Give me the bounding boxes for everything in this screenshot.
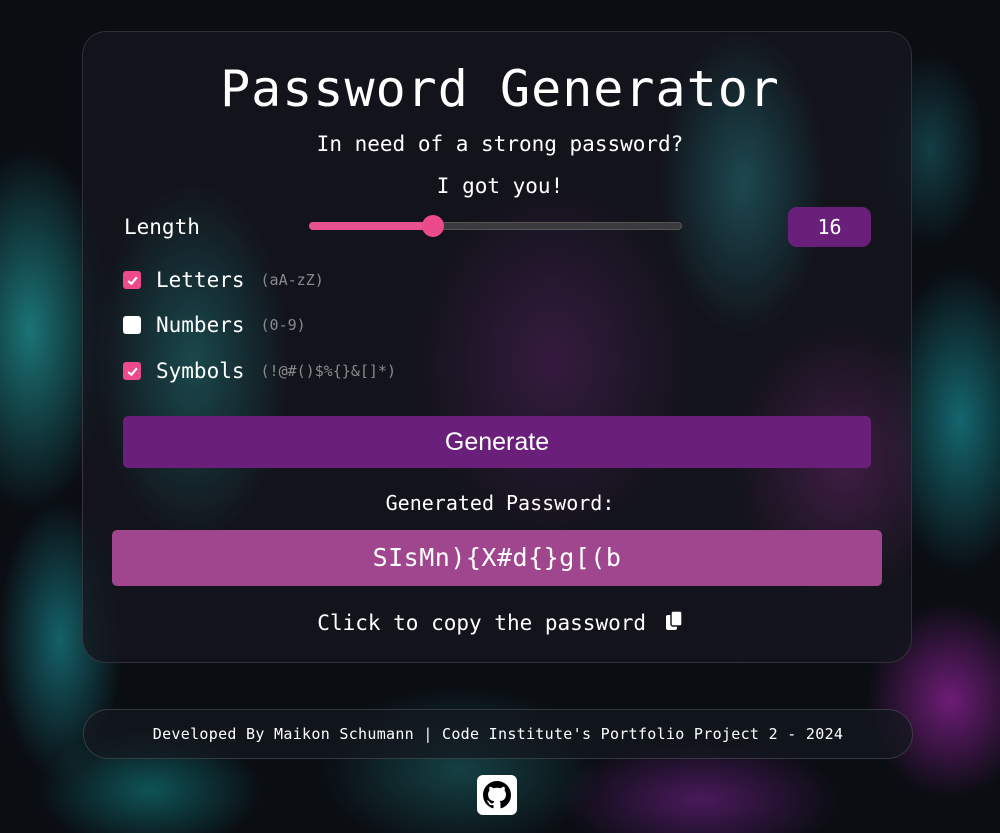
page-title: Password Generator	[220, 60, 780, 118]
length-value: 16	[788, 207, 871, 247]
generate-button[interactable]: Generate	[123, 416, 871, 468]
github-icon	[483, 781, 511, 809]
check-icon	[126, 367, 138, 376]
symbols-checkbox[interactable]	[123, 362, 141, 380]
slider-fill	[309, 222, 433, 230]
footer-text: Developed By Maikon Schumann | Code Inst…	[152, 725, 844, 743]
github-link[interactable]	[477, 775, 517, 815]
symbols-hint: (!@#()$%{}&[]*)	[260, 362, 396, 380]
check-icon	[126, 276, 138, 285]
numbers-label: Numbers	[156, 313, 245, 337]
generated-password-label: Generated Password:	[385, 491, 615, 515]
numbers-checkbox[interactable]	[123, 316, 141, 334]
numbers-hint: (0-9)	[260, 316, 306, 334]
letters-label: Letters	[156, 268, 245, 292]
copy-password-button[interactable]: Click to copy the password	[0, 608, 1000, 638]
symbols-label: Symbols	[156, 359, 245, 383]
slider-thumb[interactable]	[422, 215, 444, 237]
letters-hint: (aA-zZ)	[260, 271, 324, 289]
footer: Developed By Maikon Schumann | Code Inst…	[83, 709, 913, 759]
option-letters: Letters (aA-zZ)	[123, 265, 324, 295]
option-symbols: Symbols (!@#()$%{}&[]*)	[123, 356, 396, 386]
length-label: Length	[124, 215, 200, 239]
copy-icon	[665, 610, 683, 630]
subtitle: In need of a strong password?	[316, 132, 684, 156]
copy-text: Click to copy the password	[317, 611, 647, 635]
letters-checkbox[interactable]	[123, 271, 141, 289]
length-slider[interactable]	[309, 215, 682, 237]
option-numbers: Numbers (0-9)	[123, 310, 306, 340]
tagline: I got you!	[436, 174, 564, 198]
password-output[interactable]: SIsMn){X#d{}g[(b	[112, 530, 882, 586]
